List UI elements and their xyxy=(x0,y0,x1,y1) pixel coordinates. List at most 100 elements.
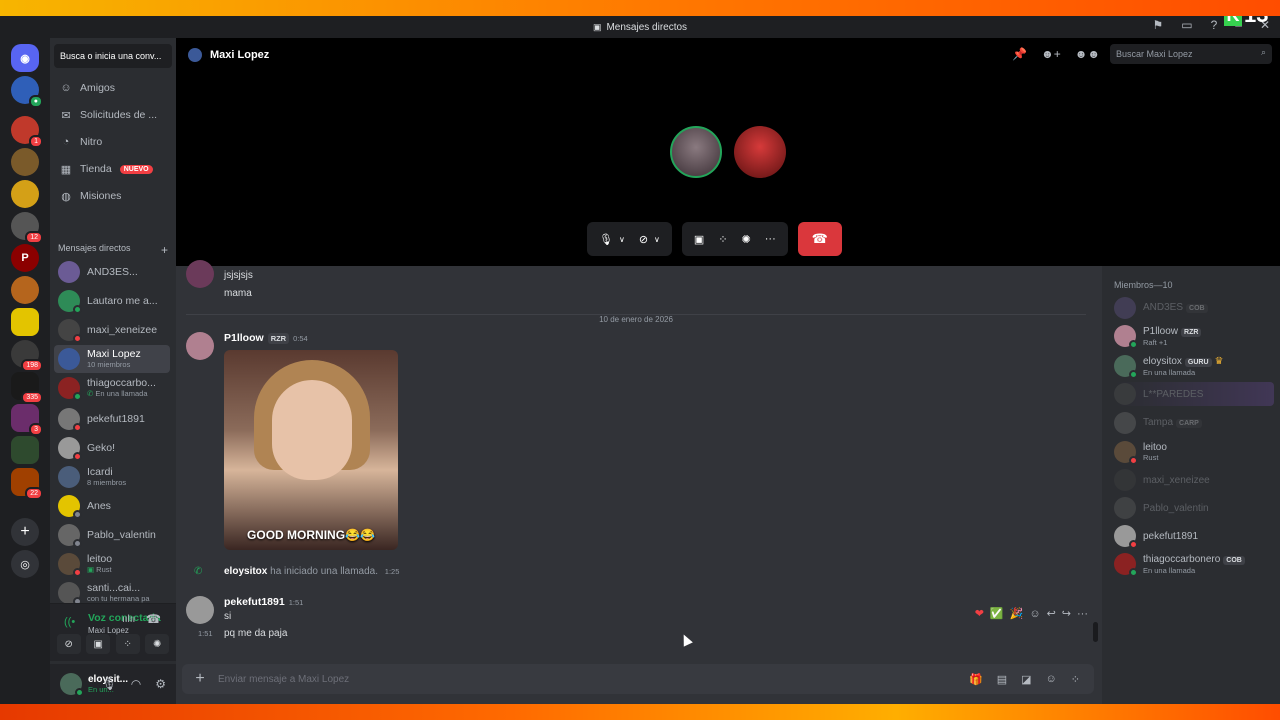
avatar xyxy=(58,553,82,577)
gif-embed[interactable]: GOOD MORNING😂😂 xyxy=(224,350,398,550)
server-icon[interactable] xyxy=(11,276,39,304)
member-item[interactable]: thiagoccarbonero COB En una llamada xyxy=(1114,552,1274,577)
emoji-icon[interactable]: ☺ xyxy=(1046,673,1057,686)
avatar xyxy=(58,319,82,343)
nav-nitro[interactable]: ◔ Nitro xyxy=(56,130,170,154)
server-folder[interactable]: 335 xyxy=(11,372,43,404)
chevron-down-icon[interactable]: ∨ xyxy=(619,235,625,244)
party-reaction-icon[interactable]: 🎉 xyxy=(1010,607,1024,620)
message-author[interactable]: pekefut1891 xyxy=(224,596,285,608)
screen-share-icon[interactable]: ▣ xyxy=(694,233,704,246)
camera-off-icon[interactable]: ⊘ xyxy=(639,233,648,246)
screen-icon[interactable]: ▭ xyxy=(1181,18,1192,32)
server-icon[interactable]: ● xyxy=(11,76,43,108)
call-participant-avatar[interactable] xyxy=(670,126,722,178)
member-item[interactable]: Tampa CARP xyxy=(1114,411,1274,435)
message-input[interactable]: Enviar mensaje a Maxi Lopez xyxy=(218,674,969,685)
dm-item[interactable]: maxi_xeneizee xyxy=(54,316,170,344)
avatar[interactable] xyxy=(186,332,214,360)
server-icon[interactable]: 12 xyxy=(11,212,43,244)
dm-item[interactable]: Icardi 8 miembros xyxy=(54,463,170,491)
server-folder[interactable]: 22 xyxy=(11,468,43,500)
check-reaction-icon[interactable]: ✅ xyxy=(990,607,1004,620)
dm-item[interactable]: Pablo_valentin xyxy=(54,521,170,549)
find-conversation-button[interactable]: Busca o inicia una conv... xyxy=(54,44,172,68)
inbox-icon[interactable]: ⚑ xyxy=(1152,18,1163,32)
chevron-down-icon[interactable]: ∨ xyxy=(654,235,660,244)
member-item[interactable]: Pablo_valentin xyxy=(1114,496,1274,520)
call-participant-avatar[interactable] xyxy=(734,126,786,178)
message-author[interactable]: P1lloow xyxy=(224,332,264,344)
add-member-icon[interactable]: ☻+ xyxy=(1041,47,1061,61)
microphone-icon[interactable]: 🎙 xyxy=(102,677,117,691)
reply-icon[interactable]: ↩ xyxy=(1047,607,1056,620)
soundboard-button[interactable]: ✺ xyxy=(145,634,170,654)
leave-call-button[interactable]: ☎ xyxy=(797,222,842,256)
sticker-icon[interactable]: ◪ xyxy=(1021,673,1031,686)
voice-waveform-icon[interactable]: ıılıı xyxy=(122,614,135,625)
dm-item[interactable]: leitoo ▣ Rust xyxy=(54,550,170,578)
server-icon[interactable]: 1 xyxy=(11,116,43,148)
shop-icon: ▦ xyxy=(60,163,72,176)
message-composer: + Enviar mensaje a Maxi Lopez 🎁 ▤ ◪ ☺ ⁘ xyxy=(182,664,1094,694)
member-item[interactable]: AND3ES COB xyxy=(1114,296,1274,320)
add-server-icon[interactable]: + xyxy=(11,518,39,546)
heart-reaction-icon[interactable]: ❤ xyxy=(975,607,984,620)
members-list-icon[interactable]: ☻☻ xyxy=(1075,47,1100,61)
clan-tag: RZR xyxy=(267,333,290,344)
channel-search-input[interactable]: Buscar Maxi Lopez ⌕ xyxy=(1110,44,1272,64)
activities-button[interactable]: ⁘ xyxy=(115,634,140,654)
avatar xyxy=(1114,525,1138,549)
user-avatar[interactable] xyxy=(60,673,84,697)
more-icon[interactable]: ··· xyxy=(765,233,776,245)
nav-quests[interactable]: ◍ Misiones xyxy=(56,184,170,208)
dm-item[interactable]: AND3ES... xyxy=(54,258,170,286)
camera-toggle-button[interactable]: ⊘ xyxy=(56,634,81,654)
server-icon[interactable]: 198 xyxy=(11,340,43,372)
dm-item[interactable]: Geko! xyxy=(54,434,170,462)
server-folder[interactable]: 3 xyxy=(11,404,43,436)
server-icon[interactable] xyxy=(11,180,39,208)
member-item[interactable]: L**PAREDES xyxy=(1114,382,1274,406)
scrollbar-thumb[interactable] xyxy=(1093,622,1098,642)
activities-icon[interactable]: ⁘ xyxy=(718,233,727,246)
pin-icon[interactable]: 📌 xyxy=(1012,47,1027,61)
nav-shop[interactable]: ▦ Tienda NUEVO xyxy=(56,157,170,181)
upload-plus-icon[interactable]: + xyxy=(182,670,218,688)
server-icon[interactable]: P xyxy=(11,244,39,272)
voice-connected-panel: ((• Voz conectada Maxi Lopez ıılıı ☎ ⊘ ▣… xyxy=(50,603,176,661)
soundboard-icon[interactable]: ✺ xyxy=(742,233,751,246)
nav-requests[interactable]: ✉ Solicitudes de ... xyxy=(56,103,170,127)
apps-icon[interactable]: ⁘ xyxy=(1071,673,1080,686)
gift-icon[interactable]: 🎁 xyxy=(969,673,983,686)
dm-item[interactable]: Lautaro me a... xyxy=(54,287,170,315)
avatar[interactable] xyxy=(186,596,214,624)
microphone-icon[interactable]: 🎙 xyxy=(599,233,613,246)
disconnect-icon[interactable]: ☎ xyxy=(146,612,161,626)
nav-friends[interactable]: ☺ Amigos xyxy=(56,76,170,100)
member-item[interactable]: pekefut1891 xyxy=(1114,524,1274,549)
help-icon[interactable]: ? xyxy=(1211,18,1218,32)
discover-icon[interactable]: ◎ xyxy=(11,550,39,578)
member-item[interactable]: maxi_xeneizee xyxy=(1114,468,1274,492)
more-icon[interactable]: ··· xyxy=(1077,608,1088,620)
member-item[interactable]: eloysitox GURU ♛ En una llamada xyxy=(1114,354,1274,379)
avatar[interactable] xyxy=(186,260,214,288)
headphones-icon[interactable]: ◠ xyxy=(131,677,141,691)
screen-share-button[interactable]: ▣ xyxy=(86,634,111,654)
server-icon[interactable] xyxy=(11,308,39,336)
gif-icon[interactable]: ▤ xyxy=(997,673,1007,686)
dm-item[interactable]: Anes xyxy=(54,492,170,520)
discord-home-icon[interactable]: ◉ xyxy=(11,44,39,72)
member-item[interactable]: P1lloow RZR Raft +1 xyxy=(1114,324,1274,349)
add-dm-icon[interactable]: + xyxy=(161,243,168,257)
forward-icon[interactable]: ↪ xyxy=(1062,607,1071,620)
add-reaction-icon[interactable]: ☺ xyxy=(1029,608,1040,620)
settings-gear-icon[interactable]: ⚙ xyxy=(155,677,166,691)
dm-item-selected[interactable]: Maxi Lopez 10 miembros xyxy=(54,345,170,373)
server-folder[interactable] xyxy=(11,436,39,464)
member-item[interactable]: leitoo Rust xyxy=(1114,440,1274,465)
dm-item[interactable]: pekefut1891 xyxy=(54,405,170,433)
dm-item[interactable]: thiagoccarbo... ✆ En una llamada xyxy=(54,374,170,402)
server-icon[interactable] xyxy=(11,148,39,176)
